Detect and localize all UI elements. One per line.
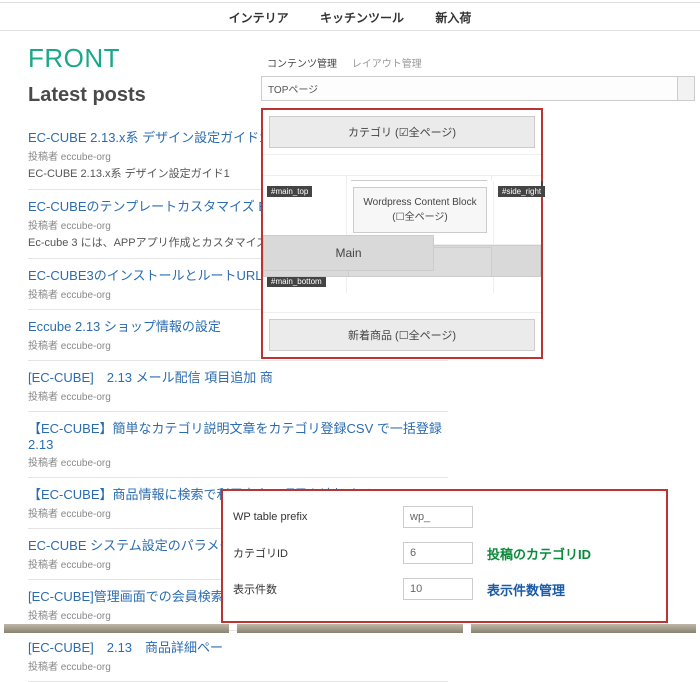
settings-panel: WP table prefix wp_ カテゴリID 6 投稿のカテゴリID 表… xyxy=(221,489,668,623)
setting-label: カテゴリID xyxy=(233,545,403,561)
admin-tabs: コンテンツ管理 レイアウト管理 xyxy=(261,55,699,70)
wp-content-block2[interactable]: Wordpress Content Block (☐全ページ) xyxy=(353,187,487,233)
main-block[interactable]: Main xyxy=(263,235,434,271)
page-select[interactable]: TOPページ xyxy=(261,76,679,101)
side-right-tag2: #side_right xyxy=(498,186,545,197)
setting-row-category: カテゴリID 6 投稿のカテゴリID xyxy=(223,535,666,571)
bottom-image-strip xyxy=(0,624,700,633)
setting-label: WP table prefix xyxy=(233,511,403,523)
tab-layout-mgmt[interactable]: レイアウト管理 xyxy=(346,56,428,73)
top-nav: インテリア キッチンツール 新入荷 xyxy=(0,2,700,31)
setting-label: 表示件数 xyxy=(233,581,403,597)
nav-item-new[interactable]: 新入荷 xyxy=(435,9,471,26)
layout-new-items-bar[interactable]: 新着商品 (☐全ページ) xyxy=(269,319,535,351)
tab-content-mgmt[interactable]: コンテンツ管理 xyxy=(261,56,343,73)
nav-item-interior[interactable]: インテリア xyxy=(229,9,289,26)
post-link[interactable]: [EC-CUBE] 2.13 商品詳細ペー xyxy=(28,637,448,656)
post-author: 投稿者 eccube-org xyxy=(28,454,448,469)
setting-note: 投稿のカテゴリID xyxy=(487,544,591,563)
post-author: 投稿者 eccube-org xyxy=(28,388,448,403)
layout-category-bar[interactable]: カテゴリ (☑全ページ) xyxy=(269,116,535,148)
prefix-input[interactable]: wp_ xyxy=(403,506,473,528)
post-link[interactable]: 【EC-CUBE】簡単なカテゴリ説明文章をカテゴリ登録CSV で一括登録 2.1… xyxy=(28,418,448,452)
nav-item-kitchen[interactable]: キッチンツール xyxy=(320,9,404,26)
admin-panel: コンテンツ管理 レイアウト管理 TOPページ カテゴリ (☑全ページ) #mai… xyxy=(261,55,699,101)
setting-row-prefix: WP table prefix wp_ xyxy=(223,499,666,535)
post-author: 投稿者 eccube-org xyxy=(28,658,448,673)
count-input[interactable]: 10 xyxy=(403,578,473,600)
post-link[interactable]: [EC-CUBE] 2.13 メール配信 項目追加 商 xyxy=(28,367,448,386)
post-item: [EC-CUBE] 2.13 商品詳細ペー 投稿者 eccube-org xyxy=(28,631,448,682)
main-top-tag2: #main_top xyxy=(267,186,312,197)
setting-note: 表示件数管理 xyxy=(487,580,565,599)
category-id-input[interactable]: 6 xyxy=(403,542,473,564)
setting-row-count: 表示件数 10 表示件数管理 xyxy=(223,571,666,607)
post-item: 【EC-CUBE】簡単なカテゴリ説明文章をカテゴリ登録CSV で一括登録 2.1… xyxy=(28,412,448,478)
post-item: [EC-CUBE] 2.13 メール配信 項目追加 商 投稿者 eccube-o… xyxy=(28,361,448,412)
main-bottom-tag2: #main_bottom xyxy=(267,276,326,287)
